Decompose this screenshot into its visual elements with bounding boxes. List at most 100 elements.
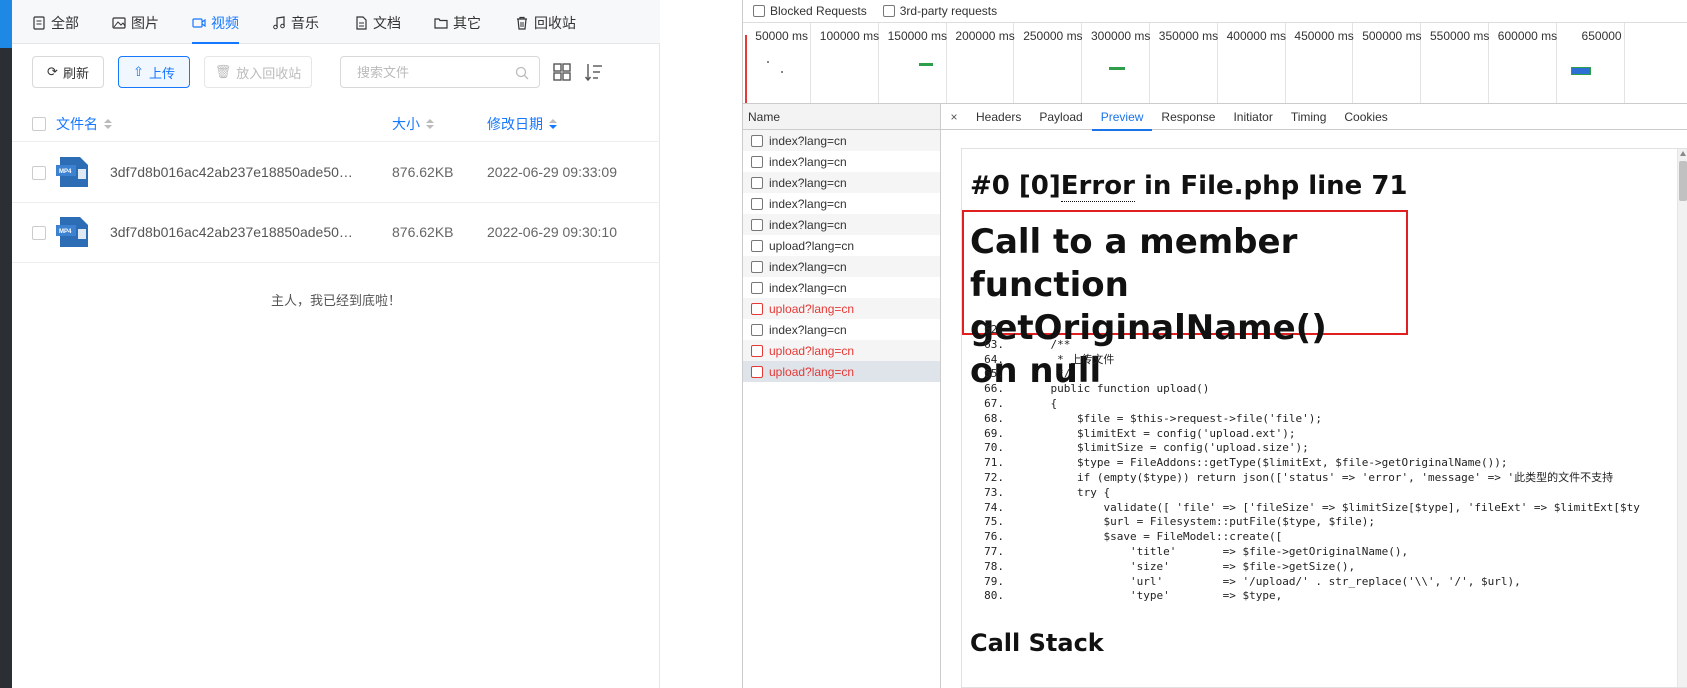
upload-button[interactable]: ⇧ 上传 <box>118 56 190 88</box>
tab-music[interactable]: 音乐 <box>272 12 319 34</box>
line-text: */ <box>1024 367 1071 381</box>
request-row[interactable]: index?lang=cn <box>743 151 940 172</box>
request-row[interactable]: index?lang=cn <box>743 256 940 277</box>
tab-label: 回收站 <box>534 15 576 31</box>
grid-view-icon[interactable] <box>552 62 572 82</box>
tab-initiator[interactable]: Initiator <box>1224 104 1281 130</box>
folder-icon <box>434 18 448 29</box>
request-row[interactable]: index?lang=cn <box>743 193 940 214</box>
tab-cookies[interactable]: Cookies <box>1335 104 1396 130</box>
code-line: 64. * 上传文件 <box>970 353 1640 368</box>
column-name-label: 文件名 <box>56 116 98 132</box>
tab-headers[interactable]: Headers <box>967 104 1030 130</box>
column-header-size[interactable]: 大小 <box>392 114 434 134</box>
tab-documents[interactable]: 文档 <box>354 12 401 34</box>
line-text: { <box>1024 396 1058 410</box>
timeline-tick-label: 500000 ms <box>1362 29 1422 43</box>
timeline-tick-label: 50000 ms <box>755 29 808 43</box>
tab-videos[interactable]: 视频 <box>192 12 239 44</box>
line-text: 'url' => '/upload/' . str_replace('\\', … <box>1024 574 1521 588</box>
code-line: 78. 'size' => $file->getSize(), <box>970 560 1640 575</box>
refresh-button[interactable]: ⟳ 刷新 <box>32 56 104 88</box>
tab-payload[interactable]: Payload <box>1030 104 1091 130</box>
search-input[interactable] <box>355 57 515 87</box>
scroll-thumb[interactable] <box>1679 161 1687 201</box>
tab-timing[interactable]: Timing <box>1282 104 1336 130</box>
request-checkbox[interactable] <box>751 176 763 189</box>
request-name: upload?lang=cn <box>769 364 855 379</box>
request-checkbox[interactable] <box>751 281 763 294</box>
select-all-checkbox[interactable] <box>32 117 46 131</box>
file-size: 876.62KB <box>392 224 454 240</box>
column-header-name[interactable]: 文件名 <box>56 114 112 134</box>
line-number: 64. <box>984 352 1004 366</box>
request-name: index?lang=cn <box>769 154 847 169</box>
request-checkbox[interactable] <box>751 239 763 252</box>
request-row[interactable]: index?lang=cn <box>743 277 940 298</box>
column-header-date[interactable]: 修改日期 <box>487 114 557 134</box>
request-row[interactable]: upload?lang=cn <box>743 361 940 382</box>
timeline-tick-label: 400000 ms <box>1226 29 1286 43</box>
request-row[interactable]: upload?lang=cn <box>743 235 940 256</box>
request-checkbox[interactable] <box>751 323 763 336</box>
file-type-label: MP4 <box>59 169 72 175</box>
code-line: 80. 'type' => $type, <box>970 589 1640 604</box>
request-row[interactable]: index?lang=cn <box>743 319 940 340</box>
request-checkbox[interactable] <box>751 134 763 147</box>
tab-images[interactable]: 图片 <box>112 12 159 34</box>
request-checkbox[interactable] <box>751 344 763 357</box>
request-row[interactable]: index?lang=cn <box>743 172 940 193</box>
sort-list-icon[interactable] <box>584 62 604 82</box>
timeline-overview[interactable]: 50000 ms 100000 ms 150000 ms 200000 ms 25000… <box>743 22 1687 104</box>
request-row[interactable]: upload?lang=cn <box>743 340 940 361</box>
line-text: $url = Filesystem::putFile($type, $file)… <box>1024 515 1375 529</box>
request-checkbox[interactable] <box>751 260 763 273</box>
line-number: 68. <box>984 411 1004 425</box>
request-row[interactable]: upload?lang=cn <box>743 298 940 319</box>
code-line: 75. $url = Filesystem::putFile($type, $f… <box>970 515 1640 530</box>
line-text: 'type' => $type, <box>1024 589 1283 603</box>
tab-all[interactable]: 全部 <box>32 12 79 34</box>
request-row[interactable]: index?lang=cn <box>743 214 940 235</box>
tab-other[interactable]: 其它 <box>434 12 481 34</box>
request-name: index?lang=cn <box>769 133 847 148</box>
line-text: 'title' => $file->getOriginalName(), <box>1024 544 1409 558</box>
request-checkbox[interactable] <box>751 155 763 168</box>
file-row[interactable]: MP4 3df7d8b016ac42ab237e18850ade501... 8… <box>12 203 660 263</box>
line-text: try { <box>1024 485 1111 499</box>
row-checkbox[interactable] <box>32 226 46 240</box>
tab-response[interactable]: Response <box>1152 104 1224 130</box>
file-name[interactable]: 3df7d8b016ac42ab237e18850ade501... <box>110 224 355 240</box>
move-to-recycle-button[interactable]: 🗑 放入回收站 <box>204 56 312 88</box>
timeline-tick-label: 300000 ms <box>1091 29 1151 43</box>
line-number: 66. <box>984 382 1004 396</box>
row-checkbox[interactable] <box>32 166 46 180</box>
request-checkbox[interactable] <box>751 218 763 231</box>
blocked-requests-checkbox[interactable]: Blocked Requests <box>753 4 867 18</box>
close-icon[interactable]: × <box>941 110 967 124</box>
request-name: index?lang=cn <box>769 280 847 295</box>
tab-recycle-bin[interactable]: 回收站 <box>515 12 576 34</box>
name-column-header[interactable]: Name <box>743 104 940 130</box>
preview-scrollbar[interactable] <box>1677 149 1687 687</box>
tab-preview[interactable]: Preview <box>1091 104 1153 131</box>
timeline-gridline <box>1623 23 1625 103</box>
scroll-up-arrow[interactable] <box>1680 151 1686 156</box>
source-code-excerpt: 62. 63. /** 64. * 上传文件 65. */66. public fun… <box>970 323 1640 604</box>
request-checkbox[interactable] <box>751 197 763 210</box>
request-row[interactable]: index?lang=cn <box>743 130 940 151</box>
line-number: 79. <box>984 574 1004 588</box>
search-icon[interactable] <box>515 66 529 80</box>
file-manager-panel: 全部 图片 视频 音乐 文档 其它 回收站 ⟳ 刷新 ⇧ 上传 🗑 放入回收站 … <box>12 0 660 688</box>
file-name[interactable]: 3df7d8b016ac42ab237e18850ade501... <box>110 164 355 180</box>
line-text: $limitExt = config('upload.ext'); <box>1024 426 1296 440</box>
code-line: 79. 'url' => '/upload/' . str_replace('\… <box>970 575 1640 590</box>
detail-tabs: × Headers Payload Preview Response Initiator… <box>941 104 1687 131</box>
request-checkbox[interactable] <box>751 365 763 378</box>
line-text: public function upload() <box>1024 382 1210 396</box>
request-name: index?lang=cn <box>769 175 847 190</box>
request-name: index?lang=cn <box>769 217 847 232</box>
file-row[interactable]: MP4 3df7d8b016ac42ab237e18850ade501... 8… <box>12 143 660 203</box>
third-party-checkbox[interactable]: 3rd-party requests <box>882 4 997 18</box>
request-checkbox[interactable] <box>751 302 763 315</box>
